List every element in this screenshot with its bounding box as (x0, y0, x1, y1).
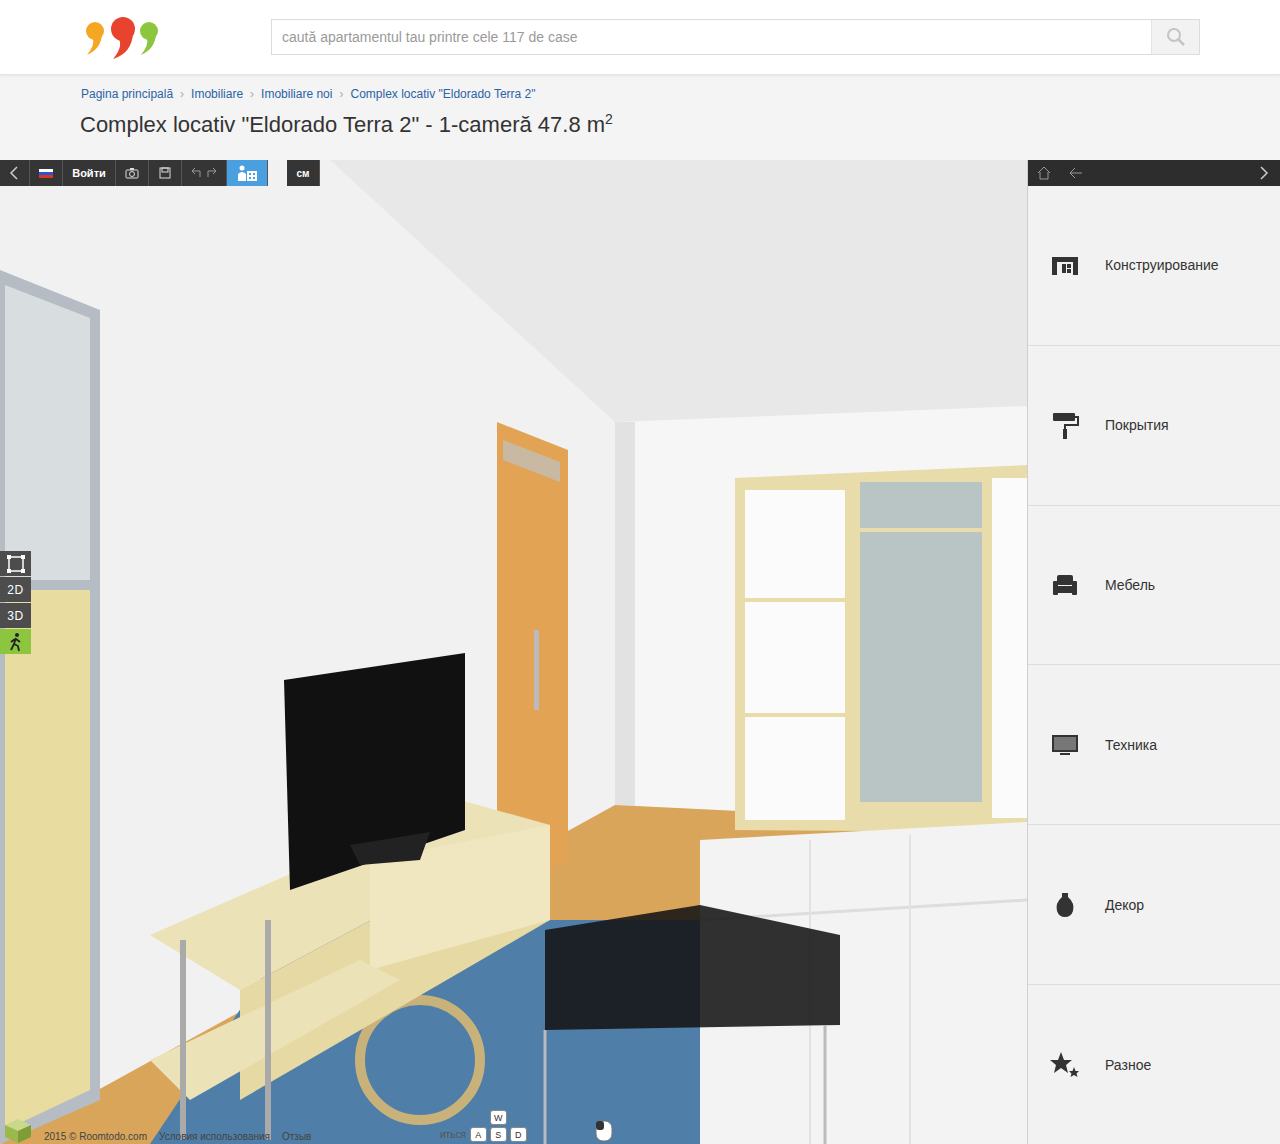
construction-icon (1049, 249, 1081, 281)
wardrobe (735, 465, 1027, 832)
magnifier-icon (1166, 27, 1186, 47)
toolbar-plan-button[interactable] (227, 160, 268, 186)
view-mode-button[interactable] (0, 551, 31, 576)
toolbar-units-button[interactable]: см (287, 160, 320, 186)
toolbar: Войти см (0, 160, 320, 186)
copyright: 2015 © Roomtodo.com (44, 1131, 147, 1144)
coffee-table (545, 905, 840, 1144)
camera-icon (124, 165, 140, 181)
planner: Войти см 2D3D 2015 © Roomtodo.com Условия ис… (0, 160, 1280, 1144)
stars-icon (1049, 1049, 1081, 1081)
breadcrumbs: Pagina principală › Imobiliare › Imobiliare … (80, 87, 1200, 101)
key-cap: A (470, 1127, 487, 1142)
viewer: Войти см 2D3D 2015 © Roomtodo.com Условия ис… (0, 160, 1027, 1144)
toolbar-camera-button[interactable] (116, 160, 149, 186)
chevron-left-icon (7, 165, 23, 181)
category-item[interactable]: Мебель (1028, 506, 1280, 666)
room-3d-view[interactable] (0, 160, 1027, 1144)
wall-corner (615, 422, 635, 806)
home-icon (1036, 165, 1052, 181)
controls-hint: итьсяWASD (440, 1110, 527, 1142)
search-box (271, 19, 1200, 55)
breadcrumb-link[interactable]: Pagina principală (81, 87, 173, 101)
search-input[interactable] (272, 20, 1151, 54)
category-list: КонструированиеПокрытияМебельТехникаДеко… (1028, 186, 1280, 1144)
breadcrumb-link[interactable]: Complex locativ "Eldorado Terra 2" (350, 87, 535, 101)
hint-text: иться (440, 1129, 466, 1142)
save-icon (157, 165, 173, 181)
toolbar-text-button[interactable]: Войти (63, 160, 116, 186)
site-header (0, 0, 1280, 75)
wasd-keys: WASD (470, 1110, 527, 1142)
title-band: Pagina principală › Imobiliare › Imobiliare … (0, 75, 1280, 160)
tv (284, 653, 465, 890)
collapse-button[interactable] (1256, 165, 1272, 181)
armchair-icon (1049, 569, 1081, 601)
viewer-footer: 2015 © Roomtodo.com Условия использования… (4, 1118, 311, 1144)
key-cap: S (490, 1127, 507, 1142)
roomtodo-cube-icon (4, 1118, 32, 1144)
floor (0, 805, 1027, 1144)
category-item[interactable]: Покрытия (1028, 346, 1280, 506)
key-row: ASD (470, 1127, 527, 1142)
toolbar-back-button[interactable] (0, 160, 30, 186)
monitor-icon (1049, 729, 1081, 761)
breadcrumb-separator: › (180, 87, 184, 101)
key-row: W (490, 1110, 507, 1125)
toolbar-flag-button[interactable] (30, 160, 63, 186)
view-mode-button[interactable]: 3D (0, 603, 31, 628)
undo-redo-icon (188, 165, 220, 181)
category-item[interactable]: Декор (1028, 825, 1280, 985)
paint-roller-icon (1049, 409, 1081, 441)
key-cap: W (490, 1110, 507, 1125)
russian-flag-icon (38, 165, 54, 181)
category-item[interactable]: Конструирование (1028, 186, 1280, 346)
view-modes: 2D3D (0, 551, 31, 654)
vase-icon (1049, 889, 1081, 921)
toolbar-history-button[interactable] (182, 160, 227, 186)
chevron-right-icon (1256, 165, 1272, 181)
view-mode-button[interactable]: 2D (0, 577, 31, 602)
view-mode-button[interactable] (0, 629, 31, 654)
breadcrumb-link[interactable]: Imobiliare (191, 87, 243, 101)
walking-person-icon (7, 632, 25, 652)
breadcrumb-separator: › (339, 87, 343, 101)
side-panel-nav (1028, 160, 1280, 186)
select-frame-icon (6, 554, 26, 574)
category-item[interactable]: Техника (1028, 665, 1280, 825)
logo-icon[interactable] (83, 15, 163, 59)
category-item[interactable]: Разное (1028, 985, 1280, 1144)
building-plan-icon (236, 164, 258, 182)
toolbar-save-button[interactable] (149, 160, 182, 186)
side-panel: КонструированиеПокрытияМебельТехникаДеко… (1027, 160, 1280, 1144)
search-button[interactable] (1151, 20, 1199, 54)
arrow-left-icon (1068, 165, 1084, 181)
breadcrumb-link[interactable]: Imobiliare noi (261, 87, 332, 101)
key-cap: D (510, 1127, 527, 1142)
breadcrumb-separator: › (250, 87, 254, 101)
home-button[interactable] (1036, 165, 1052, 181)
footer-link[interactable]: Условия использования (159, 1131, 270, 1144)
page-title: Complex locativ "Eldorado Terra 2" - 1-c… (80, 111, 1200, 138)
footer-link[interactable]: Отзыв (282, 1131, 311, 1144)
page: Pagina principală › Imobiliare › Imobiliare … (0, 0, 1280, 1144)
back-button[interactable] (1068, 165, 1084, 181)
mouse-icon (595, 1120, 613, 1142)
window (0, 270, 100, 1144)
